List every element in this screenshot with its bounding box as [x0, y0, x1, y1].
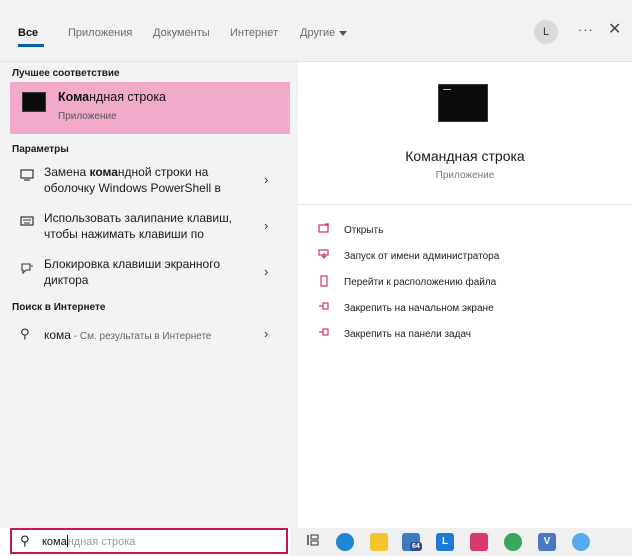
action-run-as-admin-label: Запуск от имени администратора — [344, 251, 500, 262]
search-input[interactable]: ⚲ командная строка — [10, 528, 288, 554]
command-prompt-large-icon — [438, 84, 488, 122]
tab-documents[interactable]: Документы — [153, 27, 210, 39]
web-search-heading: Поиск в Интернете — [12, 302, 106, 313]
admin-shield-icon — [318, 249, 332, 262]
action-pin-taskbar[interactable]: Закрепить на панели задач — [318, 326, 618, 346]
narrator-icon — [20, 261, 34, 278]
action-pin-start[interactable]: Закрепить на начальном экране — [318, 300, 618, 320]
settings-item-powershell-text: Замена командной строки на оболочку Wind… — [44, 164, 254, 196]
web-search-term: кома — [44, 328, 71, 342]
mail-icon[interactable]: 64 — [402, 533, 422, 551]
settings-item-powershell-bold: кома — [89, 165, 118, 179]
chrome-icon[interactable] — [504, 533, 522, 551]
action-open-label: Открыть — [344, 225, 384, 236]
action-open[interactable]: Открыть — [318, 222, 618, 242]
settings-item-sticky-keys-line1: Использовать залипание клавиш, — [44, 211, 233, 225]
best-match-subtitle: Приложение — [58, 111, 117, 122]
tab-all[interactable]: Все — [18, 27, 38, 39]
taskbar: 64 L V — [290, 528, 632, 556]
search-icon: ⚲ — [20, 326, 30, 341]
browser-icon[interactable] — [572, 533, 590, 551]
active-tab-indicator — [18, 44, 44, 47]
results-list: Лучшее соответствие Командная строка При… — [0, 62, 298, 528]
chevron-right-icon: › — [264, 218, 269, 233]
chevron-right-icon: › — [264, 326, 269, 341]
keyboard-icon — [20, 215, 34, 230]
settings-item-narrator-lock[interactable]: Блокировка клавиши экранного диктора › — [10, 256, 290, 292]
best-match-heading: Лучшее соответствие — [12, 68, 120, 79]
store-icon[interactable]: L — [436, 533, 454, 551]
file-location-icon — [318, 275, 332, 290]
best-match-title-bold: Кома — [58, 90, 90, 104]
divider — [298, 204, 632, 205]
tab-more-label: Другие — [300, 27, 336, 39]
tab-internet[interactable]: Интернет — [230, 27, 278, 39]
badge-count: 64 — [410, 542, 422, 551]
chevron-down-icon — [339, 30, 348, 36]
tab-apps[interactable]: Приложения — [68, 27, 132, 39]
settings-item-narrator-lock-text: Блокировка клавиши экранного диктора — [44, 256, 254, 288]
more-options-button[interactable]: ··· — [578, 22, 594, 37]
detail-subtitle: Приложение — [435, 170, 495, 181]
settings-item-sticky-keys-line2: чтобы нажимать клавиши по — [44, 227, 204, 241]
avatar[interactable]: L — [534, 20, 558, 44]
settings-item-sticky-keys-text: Использовать залипание клавиш, чтобы наж… — [44, 210, 254, 242]
pin-icon — [318, 301, 332, 314]
settings-item-narrator-lock-line1: Блокировка клавиши экранного — [44, 257, 220, 271]
app-icon[interactable] — [470, 533, 488, 551]
search-typed-text: кома — [42, 536, 67, 548]
monitor-icon — [20, 169, 34, 184]
search-icon: ⚲ — [20, 533, 30, 548]
close-button[interactable]: ✕ — [608, 19, 621, 39]
action-run-as-admin[interactable]: Запуск от имени администратора — [318, 248, 618, 268]
edge-icon[interactable] — [336, 533, 354, 551]
chevron-right-icon: › — [264, 264, 269, 279]
task-view-icon[interactable] — [304, 533, 322, 551]
best-match-item[interactable]: Командная строка Приложение — [10, 82, 290, 134]
open-icon — [318, 223, 332, 236]
action-open-file-location[interactable]: Перейти к расположению файла — [318, 274, 618, 294]
detail-title: Командная строка — [405, 148, 525, 164]
search-autocomplete-text: ндная строка — [67, 536, 136, 548]
action-pin-start-label: Закрепить на начальном экране — [344, 303, 494, 314]
pin-icon — [318, 327, 332, 340]
search-tab-bar: Все Приложения Документы Интернет Другие… — [0, 0, 632, 62]
web-search-item[interactable]: ⚲ кома - См. результаты в Интернете › — [10, 324, 290, 346]
settings-item-sticky-keys[interactable]: Использовать залипание клавиш, чтобы наж… — [10, 210, 290, 246]
settings-item-powershell-line2: оболочку Windows PowerShell в — [44, 181, 221, 195]
action-pin-taskbar-label: Закрепить на панели задач — [344, 329, 471, 340]
settings-item-powershell-pre: Замена — [44, 165, 90, 179]
web-search-text: кома - См. результаты в Интернете — [44, 327, 254, 345]
best-match-title-rest: ндная строка — [89, 90, 167, 104]
chevron-right-icon: › — [264, 172, 269, 187]
search-input-value: командная строка — [42, 535, 135, 548]
file-explorer-icon[interactable] — [370, 533, 388, 551]
settings-item-powershell-post: ндной строки на — [117, 165, 209, 179]
vpn-icon[interactable]: V — [538, 533, 556, 551]
settings-item-narrator-lock-line2: диктора — [44, 273, 89, 287]
tab-more[interactable]: Другие — [300, 27, 348, 39]
action-open-file-location-label: Перейти к расположению файла — [344, 277, 497, 288]
detail-pane: Командная строка Приложение Открыть Запу… — [298, 62, 632, 528]
command-prompt-icon — [22, 92, 46, 112]
best-match-title: Командная строка — [58, 90, 166, 104]
web-search-suffix: - См. результаты в Интернете — [70, 331, 212, 342]
settings-heading: Параметры — [12, 144, 69, 155]
settings-item-powershell[interactable]: Замена командной строки на оболочку Wind… — [10, 164, 290, 200]
